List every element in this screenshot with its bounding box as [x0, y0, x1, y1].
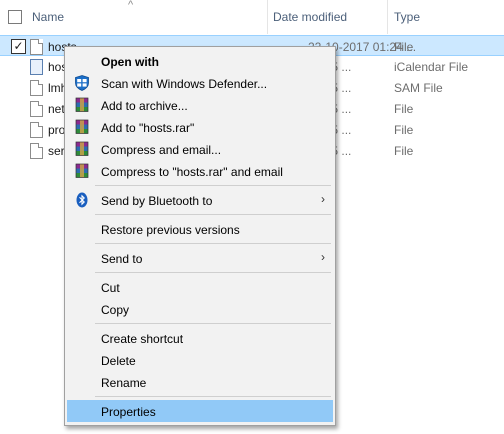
menu-separator [95, 396, 331, 397]
submenu-arrow-icon: › [321, 250, 325, 264]
menu-item-add-to-hosts-rar[interactable]: Add to "hosts.rar" [67, 116, 333, 138]
menu-separator [95, 185, 331, 186]
submenu-arrow-icon: › [321, 192, 325, 206]
windows-defender-icon [75, 75, 89, 91]
file-type: iCalendar File [394, 60, 469, 74]
menu-item-send-to[interactable]: Send to › [67, 247, 333, 269]
menu-item-compress-and-email[interactable]: Compress and email... [67, 138, 333, 160]
menu-separator [95, 323, 331, 324]
file-icon [30, 143, 43, 159]
menu-item-cut[interactable]: Cut [67, 276, 333, 298]
winrar-archive-icon [75, 119, 89, 134]
bluetooth-icon [76, 192, 88, 208]
menu-separator [95, 214, 331, 215]
calendar-file-icon [30, 59, 43, 75]
type-column-header[interactable]: Type [394, 10, 420, 24]
context-menu: Open with Scan with Windows Defender... … [64, 46, 336, 426]
row-checkbox[interactable]: ✓ [11, 39, 26, 54]
winrar-archive-icon [75, 141, 89, 156]
date-modified-column-header[interactable]: Date modified [273, 10, 347, 24]
menu-item-properties[interactable]: Properties [67, 400, 333, 422]
menu-item-compress-rar-and-email[interactable]: Compress to "hosts.rar" and email [67, 160, 333, 182]
file-icon [30, 101, 43, 117]
menu-item-create-shortcut[interactable]: Create shortcut [67, 327, 333, 349]
menu-separator [95, 272, 331, 273]
name-column-header[interactable]: Name [32, 10, 64, 24]
file-icon [30, 39, 43, 55]
file-type: File [394, 144, 414, 158]
winrar-archive-icon [75, 97, 89, 112]
column-divider[interactable] [387, 0, 388, 34]
menu-item-copy[interactable]: Copy [67, 298, 333, 320]
winrar-archive-icon [75, 163, 89, 178]
select-all-checkbox[interactable] [8, 10, 22, 24]
menu-item-restore-previous-versions[interactable]: Restore previous versions [67, 218, 333, 240]
file-type: File [394, 40, 414, 54]
menu-item-delete[interactable]: Delete [67, 349, 333, 371]
file-type: SAM File [394, 81, 443, 95]
menu-item-send-by-bluetooth[interactable]: Send by Bluetooth to › [67, 189, 333, 211]
file-type: File [394, 123, 414, 137]
menu-item-scan-defender[interactable]: Scan with Windows Defender... [67, 72, 333, 94]
menu-item-add-to-archive[interactable]: Add to archive... [67, 94, 333, 116]
menu-item-open-with[interactable]: Open with [67, 50, 333, 72]
menu-separator [95, 243, 331, 244]
sort-ascending-icon: ^ [128, 0, 134, 11]
column-header: Name ^ Date modified Type [0, 0, 504, 34]
menu-item-rename[interactable]: Rename [67, 371, 333, 393]
file-icon [30, 122, 43, 138]
column-divider[interactable] [267, 0, 268, 34]
file-icon [30, 80, 43, 96]
file-type: File [394, 102, 414, 116]
